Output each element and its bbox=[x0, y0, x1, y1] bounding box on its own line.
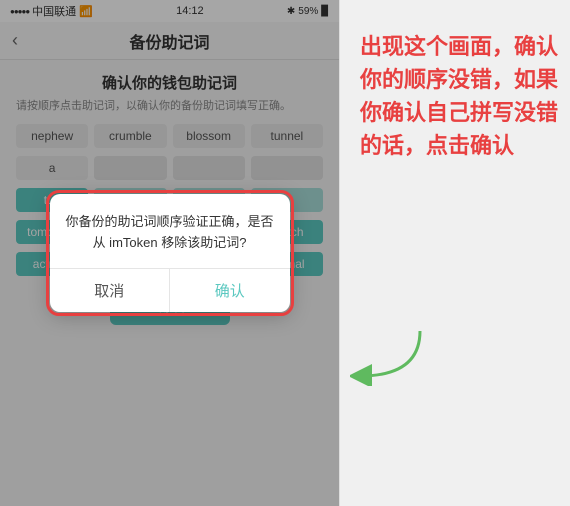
phone-screen: ●●●●● 中国联通 📶 14:12 ✱ 59% ▉ ‹ 备份助记词 确认你的钱… bbox=[0, 0, 340, 506]
dialog-message: 你备份的助记词顺序验证正确，是否从 imToken 移除该助记词? bbox=[66, 212, 274, 254]
dialog-actions: 取消 确认 bbox=[50, 268, 290, 312]
dialog: 你备份的助记词顺序验证正确，是否从 imToken 移除该助记词? 取消 确认 bbox=[50, 194, 290, 312]
dialog-cancel-button[interactable]: 取消 bbox=[50, 269, 171, 312]
arrow-icon bbox=[350, 326, 430, 386]
dialog-body: 你备份的助记词顺序验证正确，是否从 imToken 移除该助记词? bbox=[50, 194, 290, 268]
annotation-text: 出现这个画面，确认你的顺序没错，如果你确认自己拼写没错的话，点击确认 bbox=[360, 30, 560, 162]
dialog-overlay: 你备份的助记词顺序验证正确，是否从 imToken 移除该助记词? 取消 确认 bbox=[0, 0, 339, 506]
dialog-confirm-button[interactable]: 确认 bbox=[170, 269, 290, 312]
annotation-area: 出现这个画面，确认你的顺序没错，如果你确认自己拼写没错的话，点击确认 bbox=[340, 0, 570, 506]
dialog-wrapper: 你备份的助记词顺序验证正确，是否从 imToken 移除该助记词? 取消 确认 bbox=[50, 194, 290, 312]
